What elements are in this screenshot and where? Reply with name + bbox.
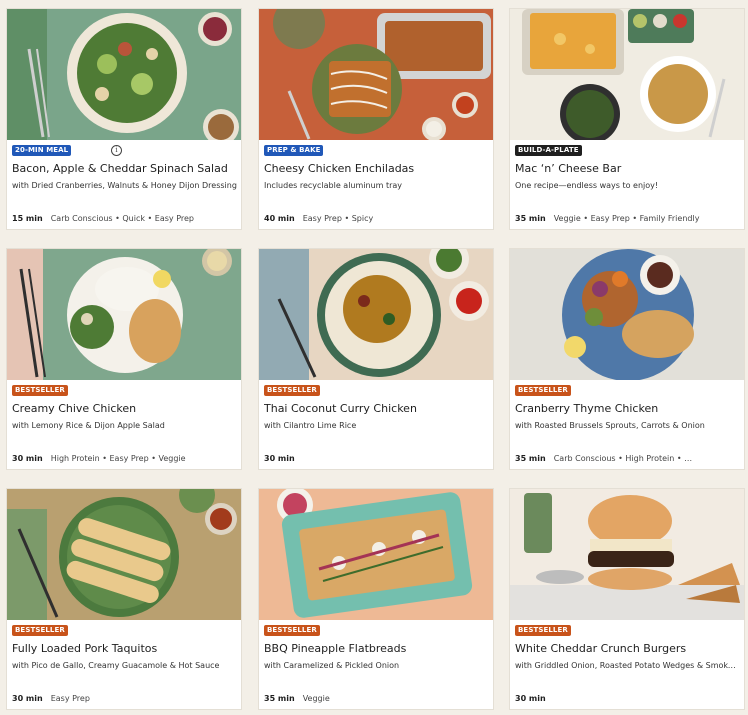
recipe-subtitle: with Griddled Onion, Roasted Potato Wedg… bbox=[515, 661, 740, 670]
recipe-subtitle: Includes recyclable aluminum tray bbox=[264, 181, 403, 190]
recipe-title[interactable]: Mac ‘n’ Cheese Bar bbox=[515, 162, 740, 175]
recipe-title[interactable]: Thai Coconut Curry Chicken bbox=[264, 402, 489, 415]
recipe-meta: 30 min High Protein • Easy Prep • Veggie bbox=[12, 454, 237, 463]
recipe-tags: Veggie • Easy Prep • Family Friendly bbox=[553, 214, 700, 223]
recipe-subtitle: with Dried Cranberries, Walnuts & Honey … bbox=[12, 181, 237, 190]
recipe-subtitle: with Caramelized & Pickled Onion bbox=[264, 661, 400, 670]
recipe-card[interactable]: BESTSELLER Cranberry Thyme Chicken with … bbox=[509, 248, 745, 470]
recipe-photo[interactable] bbox=[7, 489, 242, 620]
recipe-card[interactable]: BESTSELLER Thai Coconut Curry Chicken wi… bbox=[258, 248, 494, 470]
recipe-badge: BUILD-A-PLATE bbox=[515, 145, 582, 156]
recipe-grid: 20-MIN MEAL i Bacon, Apple & Cheddar Spi… bbox=[0, 0, 748, 715]
recipe-photo[interactable] bbox=[7, 9, 242, 140]
recipe-card[interactable]: BESTSELLER BBQ Pineapple Flatbreads with… bbox=[258, 488, 494, 710]
recipe-tags: Easy Prep bbox=[50, 694, 90, 703]
recipe-badge: BESTSELLER bbox=[264, 625, 320, 636]
info-icon[interactable]: i bbox=[111, 145, 122, 156]
recipe-title[interactable]: Fully Loaded Pork Taquitos bbox=[12, 642, 237, 655]
recipe-tags: Veggie bbox=[302, 694, 330, 703]
recipe-meta: 30 min bbox=[515, 694, 740, 703]
recipe-time: 30 min bbox=[12, 454, 43, 463]
recipe-subtitle: One recipe—endless ways to enjoy! bbox=[515, 181, 659, 190]
recipe-title[interactable]: Cheesy Chicken Enchiladas bbox=[264, 162, 489, 175]
recipe-title[interactable]: BBQ Pineapple Flatbreads bbox=[264, 642, 489, 655]
recipe-badge: BESTSELLER bbox=[12, 385, 68, 396]
recipe-photo[interactable] bbox=[7, 249, 242, 380]
recipe-tags: Easy Prep • Spicy bbox=[302, 214, 374, 223]
recipe-photo[interactable] bbox=[259, 249, 494, 380]
recipe-title[interactable]: Bacon, Apple & Cheddar Spinach Salad bbox=[12, 162, 237, 175]
recipe-photo[interactable] bbox=[510, 9, 745, 140]
recipe-photo[interactable] bbox=[510, 249, 745, 380]
recipe-card[interactable]: BESTSELLER White Cheddar Crunch Burgers … bbox=[509, 488, 745, 710]
recipe-time: 40 min bbox=[264, 214, 295, 223]
recipe-tags: Carb Conscious • Quick • Easy Prep bbox=[50, 214, 195, 223]
recipe-badge: PREP & BAKE bbox=[264, 145, 324, 156]
recipe-subtitle: with Pico de Gallo, Creamy Guacamole & H… bbox=[12, 661, 220, 670]
recipe-meta: 35 min Carb Conscious • High Protein • … bbox=[515, 454, 740, 463]
recipe-subtitle: with Cilantro Lime Rice bbox=[264, 421, 357, 430]
recipe-meta: 40 min Easy Prep • Spicy bbox=[264, 214, 489, 223]
recipe-time: 30 min bbox=[12, 694, 43, 703]
recipe-meta: 15 min Carb Conscious • Quick • Easy Prep bbox=[12, 214, 237, 223]
recipe-subtitle: with Roasted Brussels Sprouts, Carrots &… bbox=[515, 421, 705, 430]
recipe-meta: 35 min Veggie • Easy Prep • Family Friend… bbox=[515, 214, 740, 223]
recipe-photo[interactable] bbox=[259, 489, 494, 620]
recipe-badge: 20-MIN MEAL bbox=[12, 145, 72, 156]
recipe-card[interactable]: BESTSELLER Creamy Chive Chicken with Lem… bbox=[6, 248, 242, 470]
recipe-photo[interactable] bbox=[510, 489, 745, 620]
recipe-title[interactable]: White Cheddar Crunch Burgers bbox=[515, 642, 740, 655]
recipe-card[interactable]: 20-MIN MEAL i Bacon, Apple & Cheddar Spi… bbox=[6, 8, 242, 230]
recipe-badge: BESTSELLER bbox=[264, 385, 320, 396]
recipe-badge: BESTSELLER bbox=[12, 625, 68, 636]
recipe-subtitle: with Lemony Rice & Dijon Apple Salad bbox=[12, 421, 165, 430]
recipe-card[interactable]: PREP & BAKE Cheesy Chicken Enchiladas In… bbox=[258, 8, 494, 230]
recipe-photo[interactable] bbox=[259, 9, 494, 140]
recipe-card[interactable]: BUILD-A-PLATE Mac ‘n’ Cheese Bar One rec… bbox=[509, 8, 745, 230]
recipe-meta: 35 min Veggie bbox=[264, 694, 489, 703]
recipe-time: 30 min bbox=[515, 694, 546, 703]
recipe-time: 35 min bbox=[264, 694, 295, 703]
recipe-card[interactable]: BESTSELLER Fully Loaded Pork Taquitos wi… bbox=[6, 488, 242, 710]
recipe-time: 30 min bbox=[264, 454, 295, 463]
recipe-title[interactable]: Creamy Chive Chicken bbox=[12, 402, 237, 415]
recipe-meta: 30 min Easy Prep bbox=[12, 694, 237, 703]
recipe-tags: Carb Conscious • High Protein • … bbox=[553, 454, 693, 463]
recipe-time: 35 min bbox=[515, 454, 546, 463]
recipe-badge: BESTSELLER bbox=[515, 625, 571, 636]
recipe-meta: 30 min bbox=[264, 454, 489, 463]
recipe-title[interactable]: Cranberry Thyme Chicken bbox=[515, 402, 740, 415]
recipe-time: 15 min bbox=[12, 214, 43, 223]
recipe-time: 35 min bbox=[515, 214, 546, 223]
recipe-tags: High Protein • Easy Prep • Veggie bbox=[50, 454, 186, 463]
recipe-badge: BESTSELLER bbox=[515, 385, 571, 396]
